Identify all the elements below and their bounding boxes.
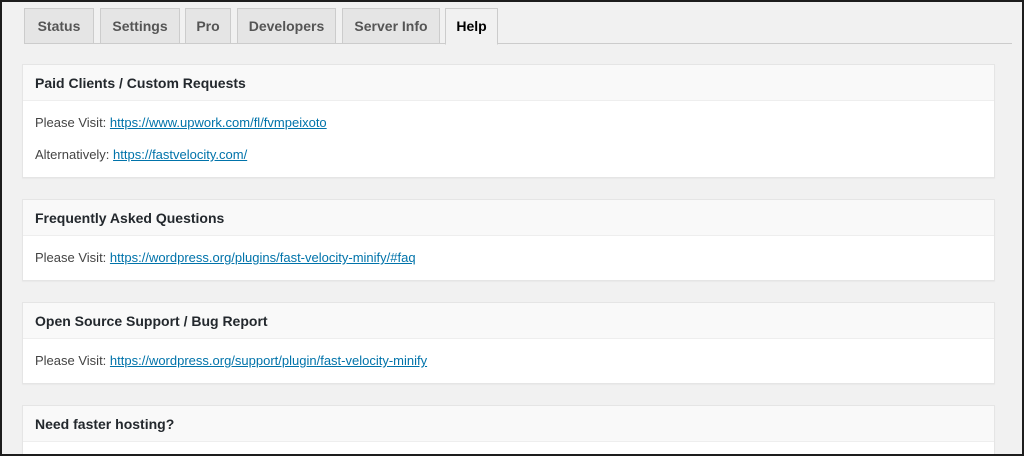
panel-body: Please Visit: https://www.upwork.com/fl/… [23, 101, 994, 183]
support-link[interactable]: https://wordpress.org/support/plugin/fas… [110, 353, 427, 368]
panel-title: Paid Clients / Custom Requests [23, 65, 994, 101]
tab-settings[interactable]: Settings [100, 8, 180, 44]
tab-label: Pro [196, 18, 220, 34]
tab-pro[interactable]: Pro [185, 8, 231, 44]
support-panel: Open Source Support / Bug Report Please … [22, 302, 995, 384]
nav-tab-wrapper: Status Settings Pro Developers Server In… [24, 8, 1012, 45]
row-label: Alternatively: [35, 147, 110, 162]
panel-title: Open Source Support / Bug Report [23, 303, 994, 339]
info-row: Please Visit: https://wordpress.org/plug… [35, 250, 982, 266]
info-row: Please Visit: https://wordpress.org/supp… [35, 353, 982, 369]
row-label: Please Visit: [35, 250, 107, 265]
tab-label: Settings [112, 18, 168, 34]
row-label: Please Visit: [35, 353, 107, 368]
tab-help[interactable]: Help [445, 8, 498, 45]
tab-status[interactable]: Status [24, 8, 94, 44]
hosting-panel: Need faster hosting? [22, 405, 995, 454]
upwork-link[interactable]: https://www.upwork.com/fl/fvmpeixoto [110, 115, 327, 130]
row-label: Please Visit: [35, 115, 107, 130]
info-row: Alternatively: https://fastvelocity.com/ [35, 147, 982, 163]
faq-link[interactable]: https://wordpress.org/plugins/fast-veloc… [110, 250, 416, 265]
tab-label: Developers [248, 18, 325, 34]
tab-label: Server Info [354, 18, 428, 34]
paid-clients-panel: Paid Clients / Custom Requests Please Vi… [22, 64, 995, 178]
panel-title: Need faster hosting? [23, 406, 994, 442]
fastvelocity-link[interactable]: https://fastvelocity.com/ [113, 147, 247, 162]
tab-developers[interactable]: Developers [237, 8, 336, 44]
info-row: Please Visit: https://www.upwork.com/fl/… [35, 115, 982, 131]
tab-server-info[interactable]: Server Info [342, 8, 440, 44]
tab-label: Status [37, 18, 81, 34]
panel-body: Please Visit: https://wordpress.org/supp… [23, 339, 994, 389]
panel-body: Please Visit: https://wordpress.org/plug… [23, 236, 994, 286]
panel-title: Frequently Asked Questions [23, 200, 994, 236]
tab-label: Help [456, 18, 487, 34]
screen-frame: Status Settings Pro Developers Server In… [0, 0, 1024, 456]
faq-panel: Frequently Asked Questions Please Visit:… [22, 199, 995, 281]
